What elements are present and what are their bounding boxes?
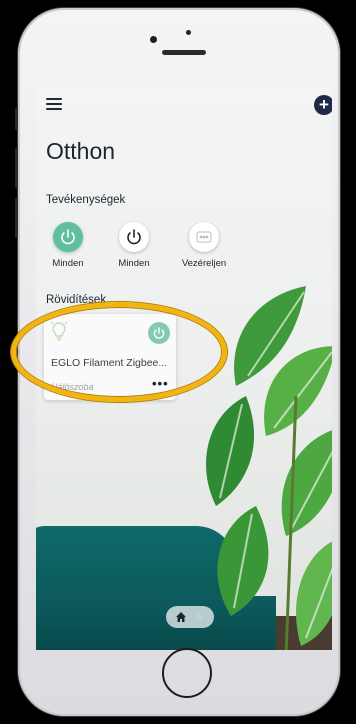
- activity-all-on[interactable]: Minden: [36, 222, 100, 269]
- activities-heading: Tevékenységek: [46, 194, 126, 206]
- volume-up-button: [15, 148, 18, 188]
- earpiece-speaker: [162, 50, 206, 55]
- power-icon: [119, 222, 149, 252]
- mute-switch: [15, 108, 18, 130]
- volume-down-button: [15, 198, 18, 238]
- proximity-sensor: [186, 30, 191, 35]
- activity-control[interactable]: Vezéreljen: [172, 222, 236, 269]
- activity-label: Minden: [52, 258, 84, 269]
- page-indicator[interactable]: [166, 606, 214, 628]
- front-camera: [150, 36, 157, 43]
- highlight-ellipse: [11, 302, 227, 402]
- home-icon: [176, 612, 186, 622]
- page-dot: [196, 614, 202, 620]
- activity-label: Vezéreljen: [181, 258, 227, 269]
- home-button[interactable]: [162, 648, 212, 698]
- activity-all-off[interactable]: Minden: [102, 222, 166, 269]
- hamburger-menu-icon[interactable]: [46, 98, 62, 110]
- add-icon[interactable]: +: [314, 95, 332, 115]
- scene-control-icon: [189, 222, 219, 252]
- page-title: Otthon: [46, 138, 116, 164]
- activity-label: Minden: [118, 258, 150, 269]
- power-icon: [53, 222, 83, 252]
